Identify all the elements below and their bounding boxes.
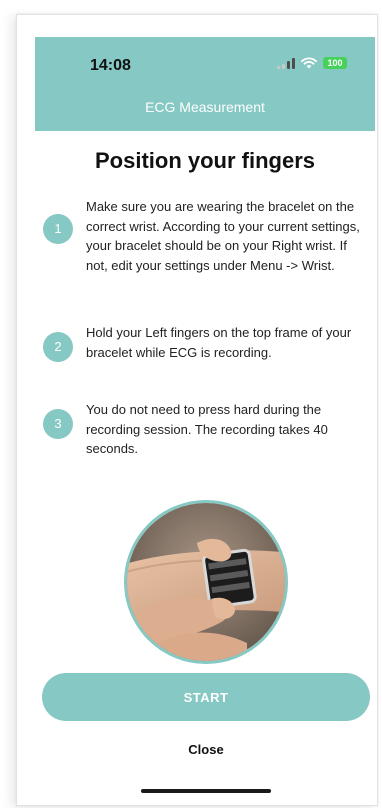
battery-icon: 100 [323,57,347,69]
status-time: 14:08 [90,57,131,74]
step-number-badge: 1 [43,214,73,244]
hand-bracelet-illustration [127,503,285,661]
step-text: Make sure you are wearing the bracelet o… [86,199,360,273]
home-indicator [141,789,271,793]
page-title: Position your fingers [94,148,316,173]
status-icons: 100 [277,57,347,69]
bracelet-photo [124,500,288,664]
signal-icon [277,57,295,69]
step-text: You do not need to press hard during the… [86,402,328,456]
phone-screen: 14:08 100 ECG Measurement Position your … [16,14,378,806]
step-number-badge: 3 [43,409,73,439]
app-header: 14:08 100 ECG Measurement [35,37,375,131]
step-text: Hold your Left fingers on the top frame … [86,325,352,360]
step-number-badge: 2 [43,332,73,362]
start-button[interactable]: START [42,673,370,721]
wifi-icon [301,57,317,69]
header-title: ECG Measurement [145,99,265,115]
close-button[interactable]: Close [156,737,256,761]
